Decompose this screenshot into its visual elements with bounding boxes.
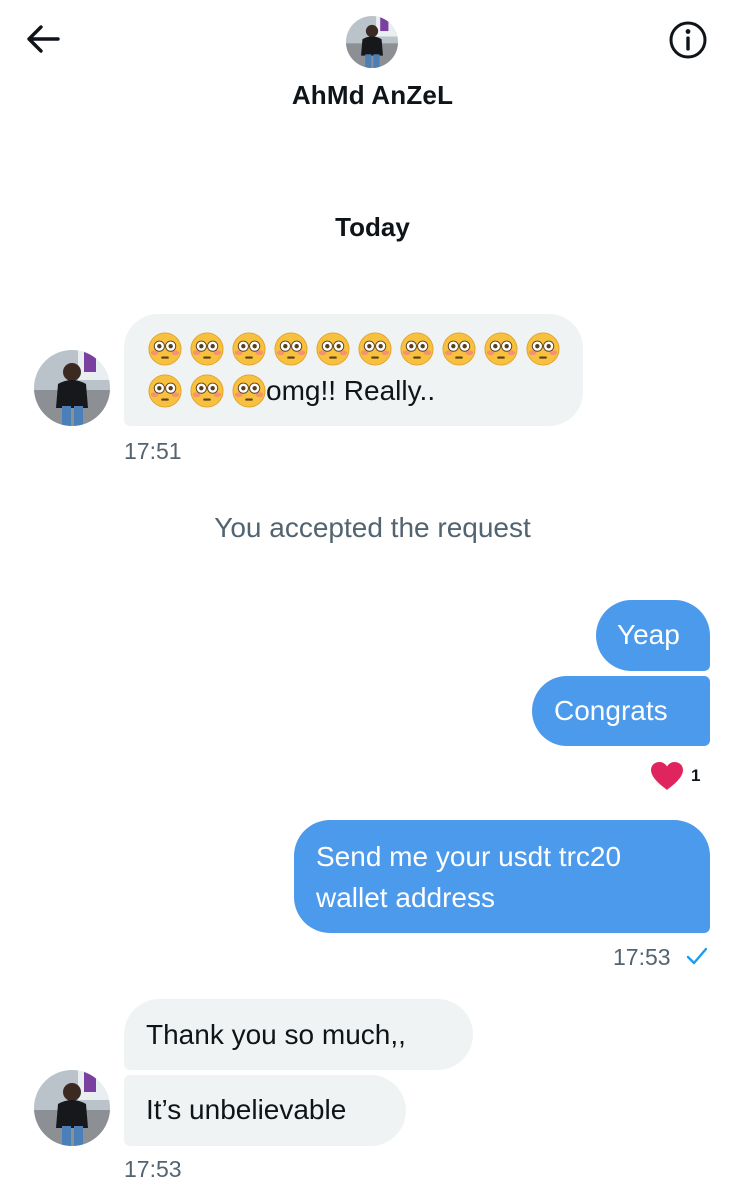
message-timestamp: 17:53 bbox=[613, 944, 671, 970]
flushed-face-icon bbox=[190, 374, 224, 408]
header-avatar[interactable] bbox=[346, 16, 398, 68]
avatar-photo-icon bbox=[34, 350, 110, 426]
sent-check-icon bbox=[686, 947, 708, 965]
avatar-photo-icon bbox=[346, 16, 398, 68]
emoji-row bbox=[148, 328, 563, 370]
message-text: wallet address bbox=[316, 882, 495, 913]
flushed-face-icon bbox=[190, 332, 224, 366]
flushed-face-icon bbox=[358, 332, 392, 366]
flushed-face-icon bbox=[274, 332, 308, 366]
conversation-title[interactable]: AhMd AnZeL bbox=[0, 80, 745, 111]
flushed-face-icon bbox=[148, 374, 182, 408]
message-text: Yeap bbox=[617, 619, 680, 650]
flushed-face-icon bbox=[400, 332, 434, 366]
arrow-left-icon bbox=[27, 25, 60, 53]
reaction-badge[interactable]: 1 bbox=[649, 760, 700, 792]
flushed-face-icon bbox=[484, 332, 518, 366]
message-text: Send me your usdt trc20 bbox=[316, 841, 622, 872]
flushed-face-icon bbox=[148, 332, 182, 366]
message-text: Congrats bbox=[554, 695, 668, 726]
sender-avatar[interactable] bbox=[34, 1070, 110, 1146]
flushed-face-icon bbox=[232, 374, 266, 408]
system-message: You accepted the request bbox=[214, 512, 531, 543]
message-bubble-incoming[interactable]: omg!! Really.. bbox=[124, 314, 583, 426]
avatar-photo-icon bbox=[34, 1070, 110, 1146]
flushed-face-icon bbox=[316, 332, 350, 366]
message-bubble-outgoing[interactable]: Send me your usdt trc20 wallet address bbox=[294, 820, 710, 933]
message-timestamp: 17:51 bbox=[124, 438, 182, 464]
date-separator: Today bbox=[335, 212, 410, 242]
message-bubble-outgoing[interactable]: Congrats bbox=[532, 676, 710, 746]
message-timestamp: 17:53 bbox=[124, 1156, 182, 1182]
message-text: Thank you so much,, bbox=[146, 1019, 406, 1050]
message-bubble-incoming[interactable]: Thank you so much,, bbox=[124, 999, 473, 1070]
message-text: It’s unbelievable bbox=[146, 1094, 347, 1125]
info-button[interactable] bbox=[668, 20, 708, 60]
flushed-face-icon bbox=[442, 332, 476, 366]
sender-avatar[interactable] bbox=[34, 350, 110, 426]
message-text: omg!! Really.. bbox=[266, 375, 436, 406]
reaction-count: 1 bbox=[691, 766, 701, 785]
message-bubble-incoming[interactable]: It’s unbelievable bbox=[124, 1075, 406, 1146]
message-bubble-outgoing[interactable]: Yeap bbox=[596, 600, 710, 671]
flushed-face-icon bbox=[526, 332, 560, 366]
info-circle-icon bbox=[669, 21, 707, 59]
heart-icon bbox=[651, 762, 683, 790]
flushed-face-icon bbox=[232, 332, 266, 366]
back-button[interactable] bbox=[24, 22, 62, 56]
emoji-row: omg!! Really.. bbox=[148, 370, 563, 412]
